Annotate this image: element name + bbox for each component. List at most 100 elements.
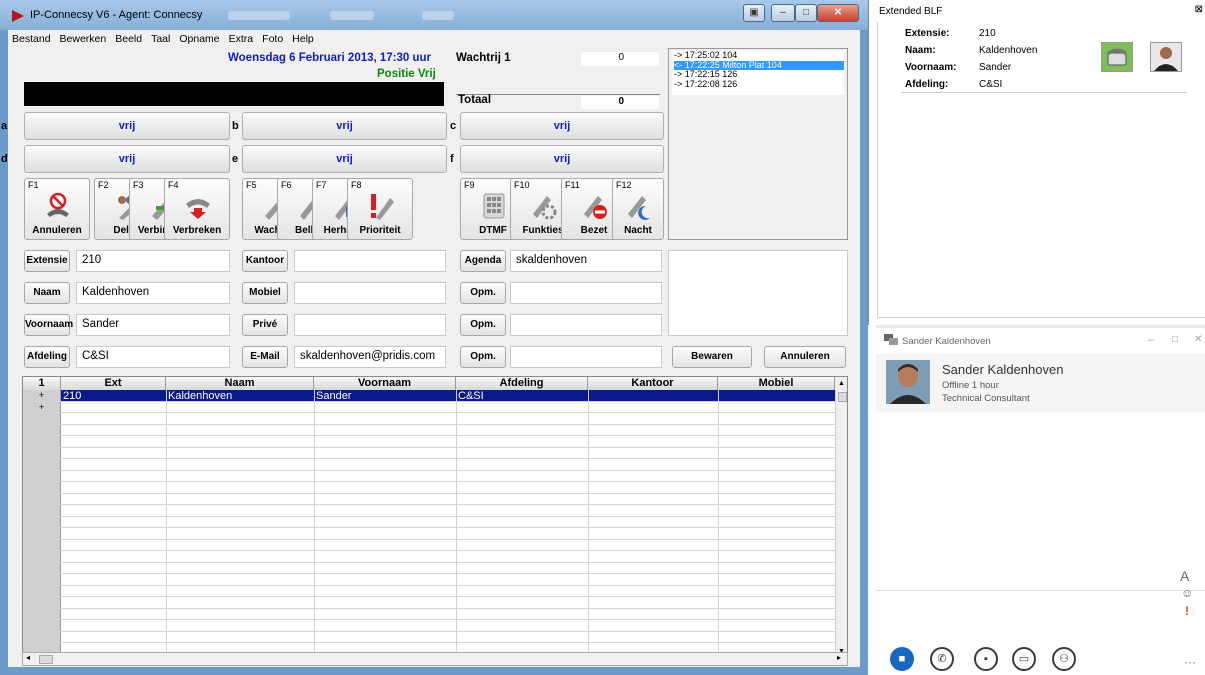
prive-button[interactable]: Privé [242, 314, 288, 336]
call-log-entry[interactable]: -> 17:22:08 126 [674, 79, 844, 90]
more-options-icon[interactable]: ··· [1184, 655, 1196, 669]
menu-opname[interactable]: Opname [175, 30, 224, 45]
voornaam-field[interactable]: Sander [76, 314, 230, 336]
f12-nacht-button[interactable]: F12 Nacht [612, 178, 664, 240]
agenda-button[interactable]: Agenda [460, 250, 506, 272]
f8-prioriteit-button[interactable]: F8 Prioriteit [347, 178, 413, 240]
voornaam-button[interactable]: Voornaam [24, 314, 73, 336]
column-header-voornaam[interactable]: Voornaam [314, 377, 456, 390]
extensie-button[interactable]: Extensie [24, 250, 70, 272]
opm-button-3[interactable]: Opm. [460, 346, 506, 368]
slot-c-button[interactable]: vrij [460, 112, 664, 140]
font-icon[interactable]: A [1180, 568, 1189, 584]
column-header-afdeling[interactable]: Afdeling [456, 377, 588, 390]
scroll-left-arrow[interactable]: ◂ [26, 653, 30, 662]
annuleren-form-button[interactable]: Annuleren [764, 346, 846, 368]
phone-status-icon[interactable] [1101, 42, 1133, 72]
blf-afdeling-value: C&SI [979, 79, 1003, 90]
fkey-label: F8 [351, 180, 362, 190]
participants-icon[interactable]: ⚇ [1052, 647, 1076, 671]
divider [877, 22, 878, 318]
column-header-kantoor[interactable]: Kantoor [588, 377, 718, 390]
slot-key: c [450, 120, 457, 132]
row-header: + [23, 401, 61, 412]
email-field[interactable]: skaldenhoven@pridis.com [294, 346, 446, 368]
opm-field-1[interactable] [510, 282, 662, 304]
total-label: Totaal [458, 94, 492, 106]
column-header-ext[interactable]: Ext [61, 377, 166, 390]
table-row [23, 620, 835, 632]
menu-beeld[interactable]: Beeld [111, 30, 147, 45]
fkey-label: F11 [565, 180, 580, 190]
present-icon[interactable]: ▭ [1012, 647, 1036, 671]
naam-field[interactable]: Kaldenhoven [76, 282, 230, 304]
menu-taal[interactable]: Taal [147, 30, 175, 45]
afdeling-button[interactable]: Afdeling [24, 346, 70, 368]
fkey-caption: Verbreken [172, 225, 222, 236]
functions-icon [533, 196, 557, 220]
prive-field[interactable] [294, 314, 446, 336]
restore-icon[interactable]: ▣ [743, 4, 765, 22]
scroll-up-arrow[interactable]: ▲ [835, 377, 847, 390]
table-row[interactable]: + [23, 401, 835, 413]
extensie-field[interactable]: 210 [76, 250, 230, 272]
slot-a-button[interactable]: vrij [24, 112, 230, 140]
slot-f-button[interactable]: vrij [460, 145, 664, 173]
table-row [23, 597, 835, 609]
emoticon-icon[interactable]: ☺ [1181, 586, 1193, 600]
opm-button-2[interactable]: Opm. [460, 314, 506, 336]
blf-voornaam-label: Voornaam: [905, 62, 957, 73]
minimize-button[interactable]: – [1148, 334, 1154, 346]
video-icon[interactable]: ▪ [974, 647, 998, 671]
opm-field-2[interactable] [510, 314, 662, 336]
hscroll-thumb[interactable] [39, 655, 53, 664]
kantoor-button[interactable]: Kantoor [242, 250, 288, 272]
table-row[interactable]: + 210 Kaldenhoven Sander C&SI [23, 390, 835, 402]
important-icon[interactable]: ! [1185, 604, 1189, 618]
slot-e-button[interactable]: vrij [242, 145, 447, 173]
table-row [23, 505, 835, 517]
column-header-mobiel[interactable]: Mobiel [718, 377, 835, 390]
horizontal-scrollbar[interactable]: ◂ ▸ [22, 652, 848, 666]
maximize-button[interactable]: □ [795, 4, 817, 22]
f1-annuleren-button[interactable]: F1 Annuleren [24, 178, 90, 240]
menu-bewerken[interactable]: Bewerken [56, 30, 112, 45]
table-row [23, 424, 835, 436]
column-header-naam[interactable]: Naam [166, 377, 314, 390]
afdeling-field[interactable]: C&SI [76, 346, 230, 368]
opm-button-1[interactable]: Opm. [460, 282, 506, 304]
vertical-scrollbar[interactable]: ▼ [835, 390, 847, 653]
phone-icon[interactable]: ✆ [930, 647, 954, 671]
slot-b-button[interactable]: vrij [242, 112, 447, 140]
naam-button[interactable]: Naam [24, 282, 70, 304]
call-log: -> 17:25:02 104 <- 17:22:25 Milton Plat … [668, 48, 848, 240]
im-icon[interactable]: ■ [890, 647, 914, 671]
kantoor-field[interactable] [294, 250, 446, 272]
fkey-label: F6 [281, 180, 292, 190]
opm-field-3[interactable] [510, 346, 662, 368]
mobiel-field[interactable] [294, 282, 446, 304]
total-value: 0 [581, 96, 659, 109]
menu-bestand[interactable]: Bestand [8, 30, 56, 45]
blf-close-icon[interactable]: ⊠ [1195, 4, 1203, 15]
fkey-label: F3 [133, 180, 144, 190]
f4-verbreken-button[interactable]: F4 Verbreken [164, 178, 230, 240]
email-button[interactable]: E-Mail [242, 346, 288, 368]
agenda-field[interactable]: skaldenhoven [510, 250, 662, 272]
menu-help[interactable]: Help [288, 30, 319, 45]
close-button[interactable]: ✕ [817, 4, 859, 22]
mobiel-button[interactable]: Mobiel [242, 282, 288, 304]
maximize-button[interactable]: □ [1172, 334, 1178, 345]
slot-d-button[interactable]: vrij [24, 145, 230, 173]
close-button[interactable]: ✕ [1194, 334, 1202, 345]
avatar [886, 360, 930, 404]
fkey-caption: Nacht [624, 225, 652, 236]
minimize-button[interactable]: – [771, 4, 795, 22]
menu-foto[interactable]: Foto [258, 30, 288, 45]
scroll-thumb[interactable] [838, 392, 847, 402]
menu-extra[interactable]: Extra [225, 30, 259, 45]
table-row [23, 539, 835, 551]
scroll-right-arrow[interactable]: ▸ [837, 653, 841, 662]
bewaren-button[interactable]: Bewaren [672, 346, 752, 368]
blurred-title-part [330, 11, 374, 20]
